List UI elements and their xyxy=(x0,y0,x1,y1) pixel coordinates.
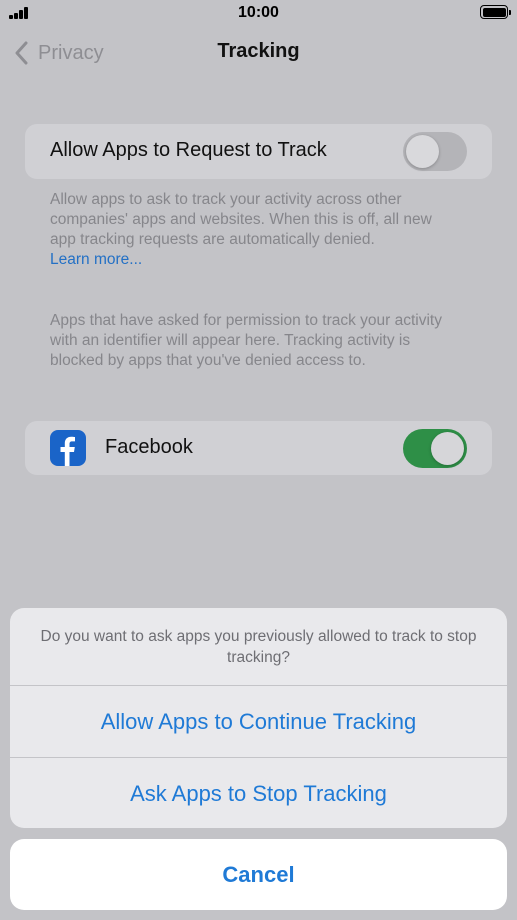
navigation-bar: Privacy Tracking xyxy=(0,36,517,72)
facebook-icon xyxy=(50,430,86,466)
allow-tracking-row: Allow Apps to Request to Track xyxy=(25,124,492,179)
status-bar: 10:00 xyxy=(0,0,517,28)
toggle-knob xyxy=(431,432,464,465)
action-sheet: Do you want to ask apps you previously a… xyxy=(10,608,507,828)
page-title: Tracking xyxy=(217,40,300,62)
app-row-facebook: Facebook xyxy=(25,421,492,475)
facebook-tracking-toggle[interactable] xyxy=(403,429,467,468)
ask-stop-tracking-button[interactable]: Ask Apps to Stop Tracking xyxy=(10,758,507,828)
allow-continue-tracking-button[interactable]: Allow Apps to Continue Tracking xyxy=(10,686,507,757)
apps-footnote: Apps that have asked for permission to t… xyxy=(50,312,442,369)
app-name: Facebook xyxy=(105,436,193,458)
allow-tracking-description: Allow apps to ask to track your activity… xyxy=(50,191,432,248)
status-time: 10:00 xyxy=(238,4,279,21)
allow-tracking-footnote: Allow apps to ask to track your activity… xyxy=(50,190,460,270)
action-sheet-message: Do you want to ask apps you previously a… xyxy=(40,628,477,666)
learn-more-link[interactable]: Learn more... xyxy=(50,250,460,270)
allow-tracking-label: Allow Apps to Request to Track xyxy=(50,139,327,161)
cancel-button[interactable]: Cancel xyxy=(10,839,507,910)
toggle-knob xyxy=(406,135,439,168)
battery-icon xyxy=(480,5,511,19)
allow-tracking-toggle[interactable] xyxy=(403,132,467,171)
